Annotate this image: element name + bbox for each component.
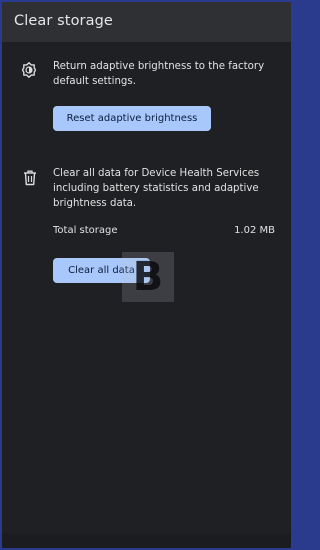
reset-adaptive-brightness-button[interactable]: Reset adaptive brightness bbox=[53, 106, 211, 131]
watermark-letter: B bbox=[132, 254, 164, 300]
watermark-logo: B bbox=[122, 252, 174, 302]
clear-data-description: Clear all data for Device Health Service… bbox=[53, 168, 260, 209]
total-storage-label: Total storage bbox=[53, 225, 118, 236]
bottom-bar bbox=[2, 534, 291, 548]
total-storage-value: 1.02 MB bbox=[234, 225, 275, 236]
total-storage-row: Total storage 1.02 MB bbox=[53, 225, 275, 236]
app-bar: Clear storage bbox=[2, 2, 291, 42]
trash-icon bbox=[24, 170, 36, 186]
brightness-description: Return adaptive brightness to the factor… bbox=[53, 61, 265, 87]
dialog-frame: Clear storage Return adaptive brightness… bbox=[2, 2, 291, 548]
page-title: Clear storage bbox=[14, 13, 113, 29]
adaptive-brightness-icon bbox=[22, 62, 36, 78]
